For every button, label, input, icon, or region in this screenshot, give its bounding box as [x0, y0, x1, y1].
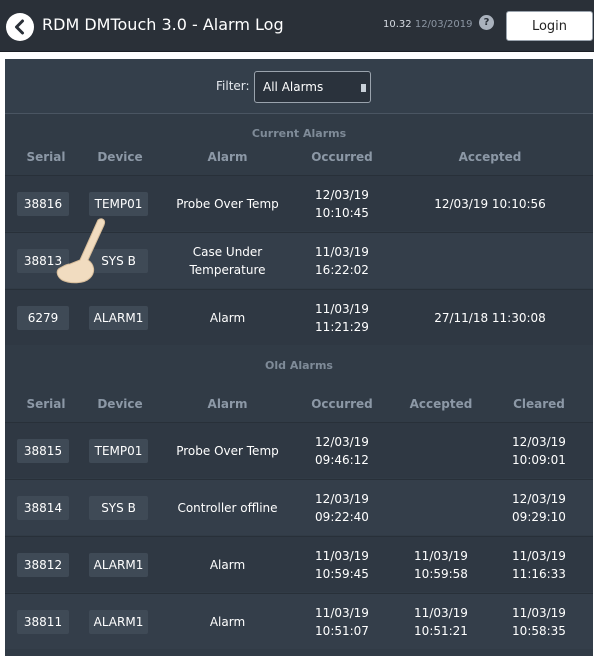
serial-chip: 38811	[17, 610, 69, 634]
clock: 10.32 12/03/2019	[383, 19, 472, 30]
old-col-serial: Serial	[26, 397, 66, 411]
accepted-date: 11/03/19	[414, 606, 468, 620]
filter-select[interactable]: All Alarms	[254, 71, 371, 103]
alarm-text: Probe Over Temp	[176, 197, 279, 211]
alarm-text: Controller offline	[177, 501, 278, 515]
current-col-occurred: Occurred	[311, 150, 373, 164]
current-col-alarm: Alarm	[207, 150, 248, 164]
table-row[interactable]: 38814 SYS B Controller offline 12/03/19 …	[5, 479, 593, 535]
clock-date: 12/03/2019	[414, 19, 473, 30]
occurred-date: 11/03/19	[315, 302, 369, 316]
occurred-time: 10:51:07	[315, 624, 369, 638]
current-col-accepted: Accepted	[458, 150, 522, 164]
serial-chip: 38813	[17, 249, 69, 273]
accepted-time: 10:59:58	[414, 567, 468, 581]
serial-chip: 38812	[17, 553, 69, 577]
device-chip: ALARM1	[89, 306, 148, 330]
occurred-date: 12/03/19	[315, 492, 369, 506]
alarm-text-line2: Temperature	[189, 263, 266, 277]
old-alarms-title: Old Alarms	[265, 359, 333, 372]
old-col-cleared: Cleared	[513, 397, 565, 411]
filter-bar: Filter: All Alarms	[5, 59, 593, 114]
cleared-time: 11:16:33	[512, 567, 566, 581]
occurred-time: 16:22:02	[315, 263, 369, 277]
accepted-time: 10:51:21	[414, 624, 468, 638]
old-col-device: Device	[97, 397, 143, 411]
occurred-time: 09:22:40	[315, 510, 369, 524]
device-chip: ALARM1	[89, 610, 148, 634]
table-row[interactable]: 38813 SYS B Case Under Temperature 11/03…	[5, 232, 593, 288]
accepted-text: 12/03/19 10:10:56	[434, 197, 546, 211]
device-chip: SYS B	[89, 249, 148, 273]
serial-chip: 38814	[17, 496, 69, 520]
device-chip: ALARM1	[89, 553, 148, 577]
table-row[interactable]: 38816 TEMP01 Probe Over Temp 12/03/19 10…	[5, 175, 593, 231]
help-button[interactable]: ?	[479, 15, 494, 30]
cleared-date: 11/03/19	[512, 606, 566, 620]
alarm-log-panel: Filter: All Alarms Current Alarms Serial…	[5, 59, 593, 656]
alarm-text: Alarm	[209, 311, 246, 325]
device-chip: TEMP01	[89, 192, 148, 216]
back-button[interactable]	[6, 13, 34, 41]
occurred-date: 12/03/19	[315, 188, 369, 202]
occurred-time: 10:10:45	[315, 206, 369, 220]
title-bar: RDM DMTouch 3.0 - Alarm Log 10.32 12/03/…	[0, 0, 594, 52]
login-button[interactable]: Login	[506, 11, 593, 41]
serial-chip: 6279	[17, 306, 69, 330]
dropdown-caret-icon	[361, 84, 366, 92]
back-arrow-icon	[15, 19, 24, 35]
alarm-text: Alarm	[209, 558, 246, 572]
old-col-occurred: Occurred	[311, 397, 373, 411]
table-row[interactable]: 38812 ALARM1 Alarm 11/03/19 10:59:45 11/…	[5, 536, 593, 592]
serial-chip: 38815	[17, 439, 69, 463]
occurred-time: 09:46:12	[315, 453, 369, 467]
alarm-text: Alarm	[209, 615, 246, 629]
old-col-accepted: Accepted	[409, 397, 473, 411]
occurred-date: 11/03/19	[315, 245, 369, 259]
accepted-text: 27/11/18 11:30:08	[434, 311, 546, 325]
cleared-time: 09:29:10	[512, 510, 566, 524]
table-row[interactable]: 38811 ALARM1 Alarm 11/03/19 10:51:07 11/…	[5, 593, 593, 649]
alarm-text: Probe Over Temp	[176, 444, 279, 458]
page-title: RDM DMTouch 3.0 - Alarm Log	[42, 15, 284, 34]
device-chip: TEMP01	[89, 439, 148, 463]
current-col-serial: Serial	[26, 150, 66, 164]
cleared-time: 10:58:35	[512, 624, 566, 638]
serial-chip: 38816	[17, 192, 69, 216]
current-col-device: Device	[97, 150, 143, 164]
device-chip: SYS B	[89, 496, 148, 520]
table-row[interactable]: 38815 TEMP01 Probe Over Temp 12/03/19 09…	[5, 422, 593, 478]
cleared-date: 12/03/19	[512, 492, 566, 506]
occurred-date: 11/03/19	[315, 606, 369, 620]
filter-selected-value: All Alarms	[263, 80, 324, 94]
cleared-time: 10:09:01	[512, 453, 566, 467]
alarm-text-line1: Case Under	[192, 245, 263, 259]
cleared-date: 12/03/19	[512, 435, 566, 449]
current-alarms-title: Current Alarms	[251, 127, 347, 140]
occurred-time: 10:59:45	[315, 567, 369, 581]
accepted-date: 11/03/19	[414, 549, 468, 563]
table-row[interactable]: 6279 ALARM1 Alarm 11/03/19 11:21:29 27/1…	[5, 289, 593, 345]
occurred-date: 11/03/19	[315, 549, 369, 563]
cleared-date: 11/03/19	[512, 549, 566, 563]
filter-label: Filter:	[216, 79, 250, 93]
clock-time: 10.32	[383, 19, 412, 30]
occurred-time: 11:21:29	[315, 320, 369, 334]
occurred-date: 12/03/19	[315, 435, 369, 449]
old-col-alarm: Alarm	[207, 397, 248, 411]
